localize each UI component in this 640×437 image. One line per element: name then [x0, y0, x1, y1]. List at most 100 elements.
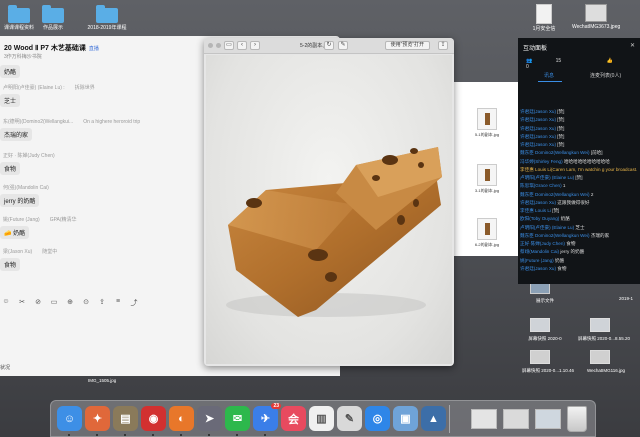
panel-message-text: 2: [590, 191, 594, 197]
markup-icon[interactable]: ✎: [338, 41, 348, 50]
panel-message-sender: 许君廷(Jason Xu): [520, 199, 556, 205]
tab-mic-list[interactable]: 连麦列表(0人): [590, 72, 621, 79]
screen-icon[interactable]: ▭: [50, 298, 58, 308]
panel-message-text: 食物: [557, 265, 567, 271]
emoji-icon[interactable]: ☺: [2, 298, 10, 308]
screenshot-stack-icon[interactable]: [503, 409, 529, 429]
panel-message-text: [赞]: [552, 208, 560, 213]
wechat-icon[interactable]: ✉: [225, 406, 250, 431]
notification-badge: 23: [271, 403, 281, 409]
textedit-icon[interactable]: ✎: [337, 406, 362, 431]
folder-icon: [96, 5, 118, 23]
running-indicator: [264, 434, 266, 436]
desktop-file-label: 1月安全信: [532, 26, 556, 32]
add-icon[interactable]: ⊕: [66, 298, 74, 308]
share-icon[interactable]: ⇪: [438, 41, 448, 50]
panel-message-sender: 姚(Future (Jang): [520, 257, 554, 263]
previous-button[interactable]: ‹: [237, 41, 247, 50]
running-indicator: [180, 434, 182, 436]
desktop-file[interactable]: 1月安全信: [524, 4, 564, 32]
finder-icon[interactable]: ☺: [57, 406, 82, 431]
desktop-file[interactable]: WechatIMG3673.jpeg: [572, 4, 620, 30]
notes-icon[interactable]: ▤: [113, 406, 138, 431]
panel-message-sender: 卢明阳(卢佳豪) (Elaine Lu): [520, 224, 575, 230]
desktop-folder[interactable]: 2018-2019年课程: [84, 5, 130, 31]
view-mode-button[interactable]: ▭: [224, 41, 234, 50]
desktop-file-label[interactable]: WechatIMG116.jpg: [578, 368, 634, 373]
record-icon[interactable]: ⊙: [82, 298, 90, 308]
image-thumbnail-icon[interactable]: [530, 350, 550, 364]
panel-message-sender: 卢明阳(卢佳豪) (Elaine Lu): [520, 175, 575, 180]
rocket-icon[interactable]: ➤: [197, 406, 222, 431]
live-tag: 直播: [88, 46, 99, 52]
downloads-stack-icon[interactable]: [471, 409, 497, 429]
image-thumbnail-icon: [477, 108, 497, 130]
desktop-file-label[interactable]: 屏幕快照 2020-0: [520, 336, 570, 342]
chat-meta: 卢明阳(卢佳豪) (Elaine Lu) : 拆除世界: [3, 85, 95, 91]
panel-message-text: 奶酪: [560, 216, 570, 222]
finder-file-label: 6-2的副本.jpg: [474, 242, 500, 247]
panel-message-sender: 李佳惠 Louis Li: [520, 208, 551, 213]
next-button[interactable]: ›: [250, 41, 260, 50]
finder-file[interactable]: 3-1的副本.jpg: [454, 164, 520, 200]
desktop-folder-label: 2018-2019年课程: [87, 25, 127, 31]
finder-window: 5-1的副本.jpg 3-1的副本.jpg 6-2的副本.jpg: [452, 82, 520, 256]
panel-message: 卢明阳(卢佳豪) (Elaine Lu) 芝士: [520, 224, 640, 232]
chat-meta: 姚(Future (Jang) GPA(精清华: [3, 217, 77, 223]
tab-messages[interactable]: 讯息: [544, 72, 554, 79]
chat-bubble: jerry 的奶酪: [0, 194, 40, 207]
netease-music-icon[interactable]: ◉: [141, 406, 166, 431]
feishu-icon[interactable]: ✈ 23: [253, 403, 281, 431]
panel-message-text: [赞]: [575, 175, 583, 180]
menu-icon[interactable]: ≡: [114, 298, 122, 308]
image-thumbnail-icon: [477, 218, 497, 240]
desktop-file-label[interactable]: 屏幕快照 2020-0...8.55.20: [572, 336, 636, 342]
panel-message: 许君廷(Jason Xu) [赞]: [520, 125, 640, 133]
firefox-icon[interactable]: ◐: [169, 406, 194, 431]
desktop-file-label: WechatIMG3673.jpeg: [572, 24, 621, 30]
finder-file[interactable]: 5-1的副本.jpg: [454, 108, 520, 144]
launchpad-icon[interactable]: ✦: [85, 406, 110, 431]
desktop-file-label[interactable]: 展示文件: [528, 298, 562, 304]
close-icon[interactable]: ✕: [630, 42, 635, 49]
chat-bubble: 奶酪: [0, 65, 21, 78]
keynote-icon[interactable]: ▲: [421, 406, 446, 431]
class-subtitle: 3作万科梅沙书院: [4, 54, 42, 60]
panel-message-text: [赞]: [557, 109, 565, 114]
desktop-file-label[interactable]: 屏幕快照 2020-0...1.10.46: [520, 368, 576, 374]
safari-icon[interactable]: ◎: [365, 406, 390, 431]
upload-icon[interactable]: ⇪: [98, 298, 106, 308]
panel-message-sender: 陈思琪(Grace Chen): [520, 183, 562, 189]
block-icon[interactable]: ⊘: [34, 298, 42, 308]
rotate-icon[interactable]: ↻: [324, 41, 334, 50]
finder-file[interactable]: 6-2的副本.jpg: [454, 218, 520, 254]
close-window-icon[interactable]: [208, 43, 213, 48]
chat-bubble: 🧀 奶酪: [0, 226, 30, 239]
window-controls: [208, 43, 221, 48]
desktop-folder[interactable]: 作品展示: [36, 5, 70, 31]
scissors-icon[interactable]: ✂: [18, 298, 26, 308]
running-indicator: [152, 434, 154, 436]
wooden-cheese-sculpture-image: [226, 147, 442, 317]
preview-photo: [206, 55, 452, 364]
image-thumbnail-icon[interactable]: [530, 318, 550, 332]
minimize-window-icon[interactable]: [216, 43, 221, 48]
image-thumbnail-icon[interactable]: [590, 318, 610, 332]
desktop-folder[interactable]: 课课课程资料: [2, 5, 36, 31]
panel-message: 陈思琪(Grace Chen) 1: [520, 182, 640, 190]
panel-message-text: [赞]: [557, 142, 565, 147]
preview-icon[interactable]: ▣: [393, 406, 418, 431]
image-preview-window: ▭ ‹ › 5-2的副本.jpg ↻ ✎ 使用“预览”打开 ⇪: [204, 38, 454, 366]
desktop-file-label[interactable]: 2019-1: [612, 296, 640, 301]
trash-icon[interactable]: [567, 406, 587, 432]
open-with-preview-button[interactable]: 使用“预览”打开: [384, 41, 430, 50]
desktop-file-label[interactable]: IMG_1505.jpg: [88, 378, 116, 383]
panel-message-sender: 魏东臣 Domino2(Wellangkun Wei): [520, 232, 590, 238]
tencent-meeting-icon[interactable]: 会: [281, 406, 306, 431]
image-thumbnail-icon[interactable]: [590, 350, 610, 364]
share-icon[interactable]: ⤴: [130, 298, 138, 308]
panel-message-text: 食物: [566, 241, 576, 246]
charts-icon[interactable]: ▥: [309, 406, 334, 431]
chat-meta: 何(强)(Mandolin Cai): [3, 185, 49, 191]
desktop-stack-icon[interactable]: [535, 409, 561, 429]
